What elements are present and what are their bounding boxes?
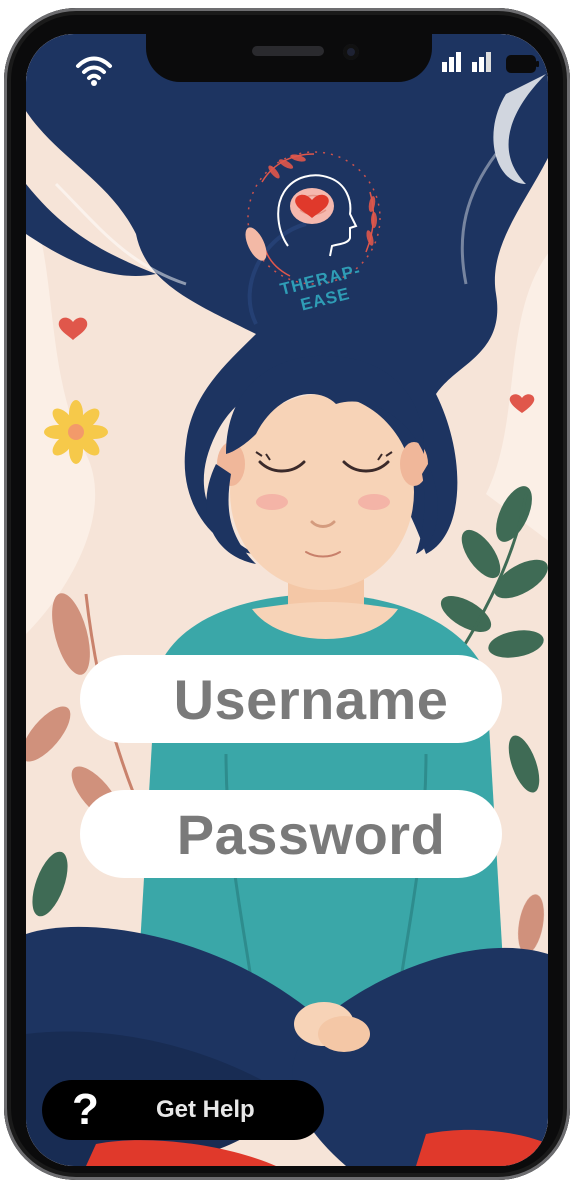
earpiece-speaker: [252, 46, 324, 56]
front-camera: [343, 44, 359, 60]
phone-device: THERAP-EASE Username Password ? Get Help: [0, 0, 576, 1183]
app-screen: THERAP-EASE: [26, 34, 548, 1166]
username-placeholder: Username: [173, 667, 449, 731]
get-help-button[interactable]: ? Get Help: [42, 1080, 324, 1140]
signal-bars-icon: [442, 52, 491, 72]
get-help-label: Get Help: [156, 1096, 255, 1123]
username-field[interactable]: Username: [80, 655, 502, 743]
question-mark-icon: ?: [72, 1085, 99, 1134]
wifi-icon: [76, 56, 112, 86]
battery-icon: [506, 55, 539, 73]
password-placeholder: Password: [176, 802, 446, 866]
password-field[interactable]: Password: [80, 790, 502, 878]
